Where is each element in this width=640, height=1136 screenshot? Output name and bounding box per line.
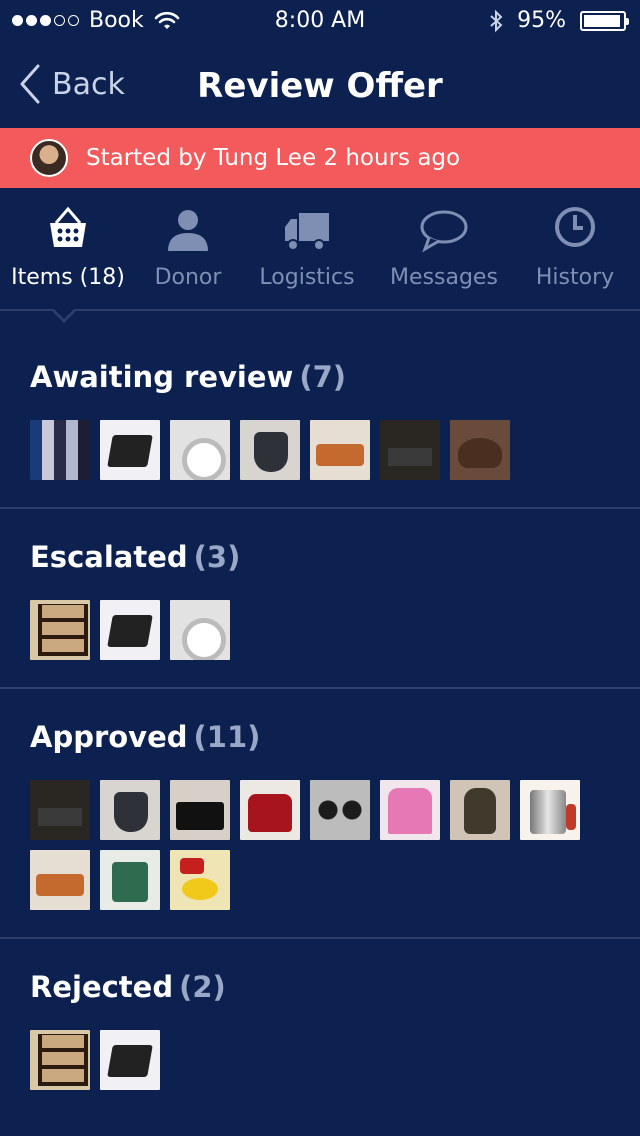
section-count: (2) bbox=[179, 970, 226, 1004]
section-divider bbox=[0, 687, 640, 689]
tab-items-label: Items (18) bbox=[11, 265, 125, 290]
section-title-text: Escalated bbox=[30, 540, 188, 574]
item-thumbnail[interactable] bbox=[30, 420, 90, 480]
item-thumbnail[interactable] bbox=[310, 420, 370, 480]
section-divider bbox=[0, 937, 640, 939]
thumbnail-grid bbox=[30, 1030, 610, 1090]
active-tab-pointer bbox=[50, 307, 78, 323]
section-divider bbox=[0, 507, 640, 509]
item-thumbnail[interactable] bbox=[30, 600, 90, 660]
tab-donor-label: Donor bbox=[154, 265, 222, 290]
item-thumbnail[interactable] bbox=[100, 600, 160, 660]
item-thumbnail[interactable] bbox=[240, 780, 300, 840]
section-count: (11) bbox=[193, 720, 261, 754]
item-thumbnail[interactable] bbox=[170, 600, 230, 660]
tab-donor[interactable]: Donor bbox=[140, 205, 236, 290]
thumbnail-grid bbox=[30, 780, 610, 910]
tab-messages-label: Messages bbox=[390, 265, 498, 290]
clock-icon bbox=[555, 207, 595, 247]
item-thumbnail[interactable] bbox=[30, 850, 90, 910]
tab-history-label: History bbox=[535, 265, 615, 290]
tab-items[interactable]: Items (18) bbox=[8, 205, 128, 290]
item-thumbnail[interactable] bbox=[240, 420, 300, 480]
section-title-text: Approved bbox=[30, 720, 188, 754]
section-count: (3) bbox=[193, 540, 241, 574]
section-title-text: Awaiting review bbox=[30, 360, 294, 394]
speech-bubble-icon bbox=[420, 210, 468, 253]
section-title: Escalated (3) bbox=[30, 540, 240, 574]
bluetooth-icon bbox=[490, 9, 503, 32]
section-title: Awaiting review (7) bbox=[30, 360, 346, 394]
banner-text: Started by Tung Lee 2 hours ago bbox=[86, 145, 461, 171]
item-thumbnail[interactable] bbox=[450, 780, 510, 840]
item-thumbnail[interactable] bbox=[100, 1030, 160, 1090]
item-thumbnail[interactable] bbox=[170, 420, 230, 480]
tab-bar: Items (18) Donor Logistics Messages Hist… bbox=[0, 205, 640, 310]
tab-divider bbox=[0, 309, 640, 311]
battery-icon bbox=[580, 10, 629, 31]
status-right: 95% bbox=[489, 8, 629, 33]
item-thumbnail[interactable] bbox=[30, 1030, 90, 1090]
item-thumbnail[interactable] bbox=[100, 420, 160, 480]
status-bar: Book 8:00 AM 95% bbox=[0, 0, 640, 40]
item-thumbnail[interactable] bbox=[380, 780, 440, 840]
item-thumbnail[interactable] bbox=[450, 420, 510, 480]
tab-history[interactable]: History bbox=[526, 205, 624, 290]
truck-icon bbox=[285, 213, 329, 251]
item-thumbnail[interactable] bbox=[100, 780, 160, 840]
item-thumbnail[interactable] bbox=[170, 780, 230, 840]
tab-logistics[interactable]: Logistics bbox=[252, 205, 362, 290]
item-thumbnail[interactable] bbox=[170, 850, 230, 910]
battery-percent: 95% bbox=[517, 8, 566, 33]
section-title-text: Rejected bbox=[30, 970, 174, 1004]
tab-logistics-label: Logistics bbox=[259, 265, 355, 290]
item-thumbnail[interactable] bbox=[520, 780, 580, 840]
offer-banner: Started by Tung Lee 2 hours ago bbox=[0, 128, 640, 188]
item-thumbnail[interactable] bbox=[310, 780, 370, 840]
thumbnail-grid bbox=[30, 420, 610, 480]
item-thumbnail[interactable] bbox=[100, 850, 160, 910]
section-title: Rejected (2) bbox=[30, 970, 226, 1004]
section-title: Approved (11) bbox=[30, 720, 260, 754]
item-thumbnail[interactable] bbox=[380, 420, 440, 480]
item-thumbnail[interactable] bbox=[30, 780, 90, 840]
thumbnail-grid bbox=[30, 600, 610, 660]
navigation-bar: Back Review Offer bbox=[0, 46, 640, 124]
person-icon bbox=[168, 210, 208, 251]
avatar bbox=[30, 139, 68, 177]
basket-icon bbox=[50, 206, 86, 247]
tab-messages[interactable]: Messages bbox=[382, 205, 506, 290]
page-title: Review Offer bbox=[197, 66, 443, 106]
section-count: (7) bbox=[299, 360, 347, 394]
